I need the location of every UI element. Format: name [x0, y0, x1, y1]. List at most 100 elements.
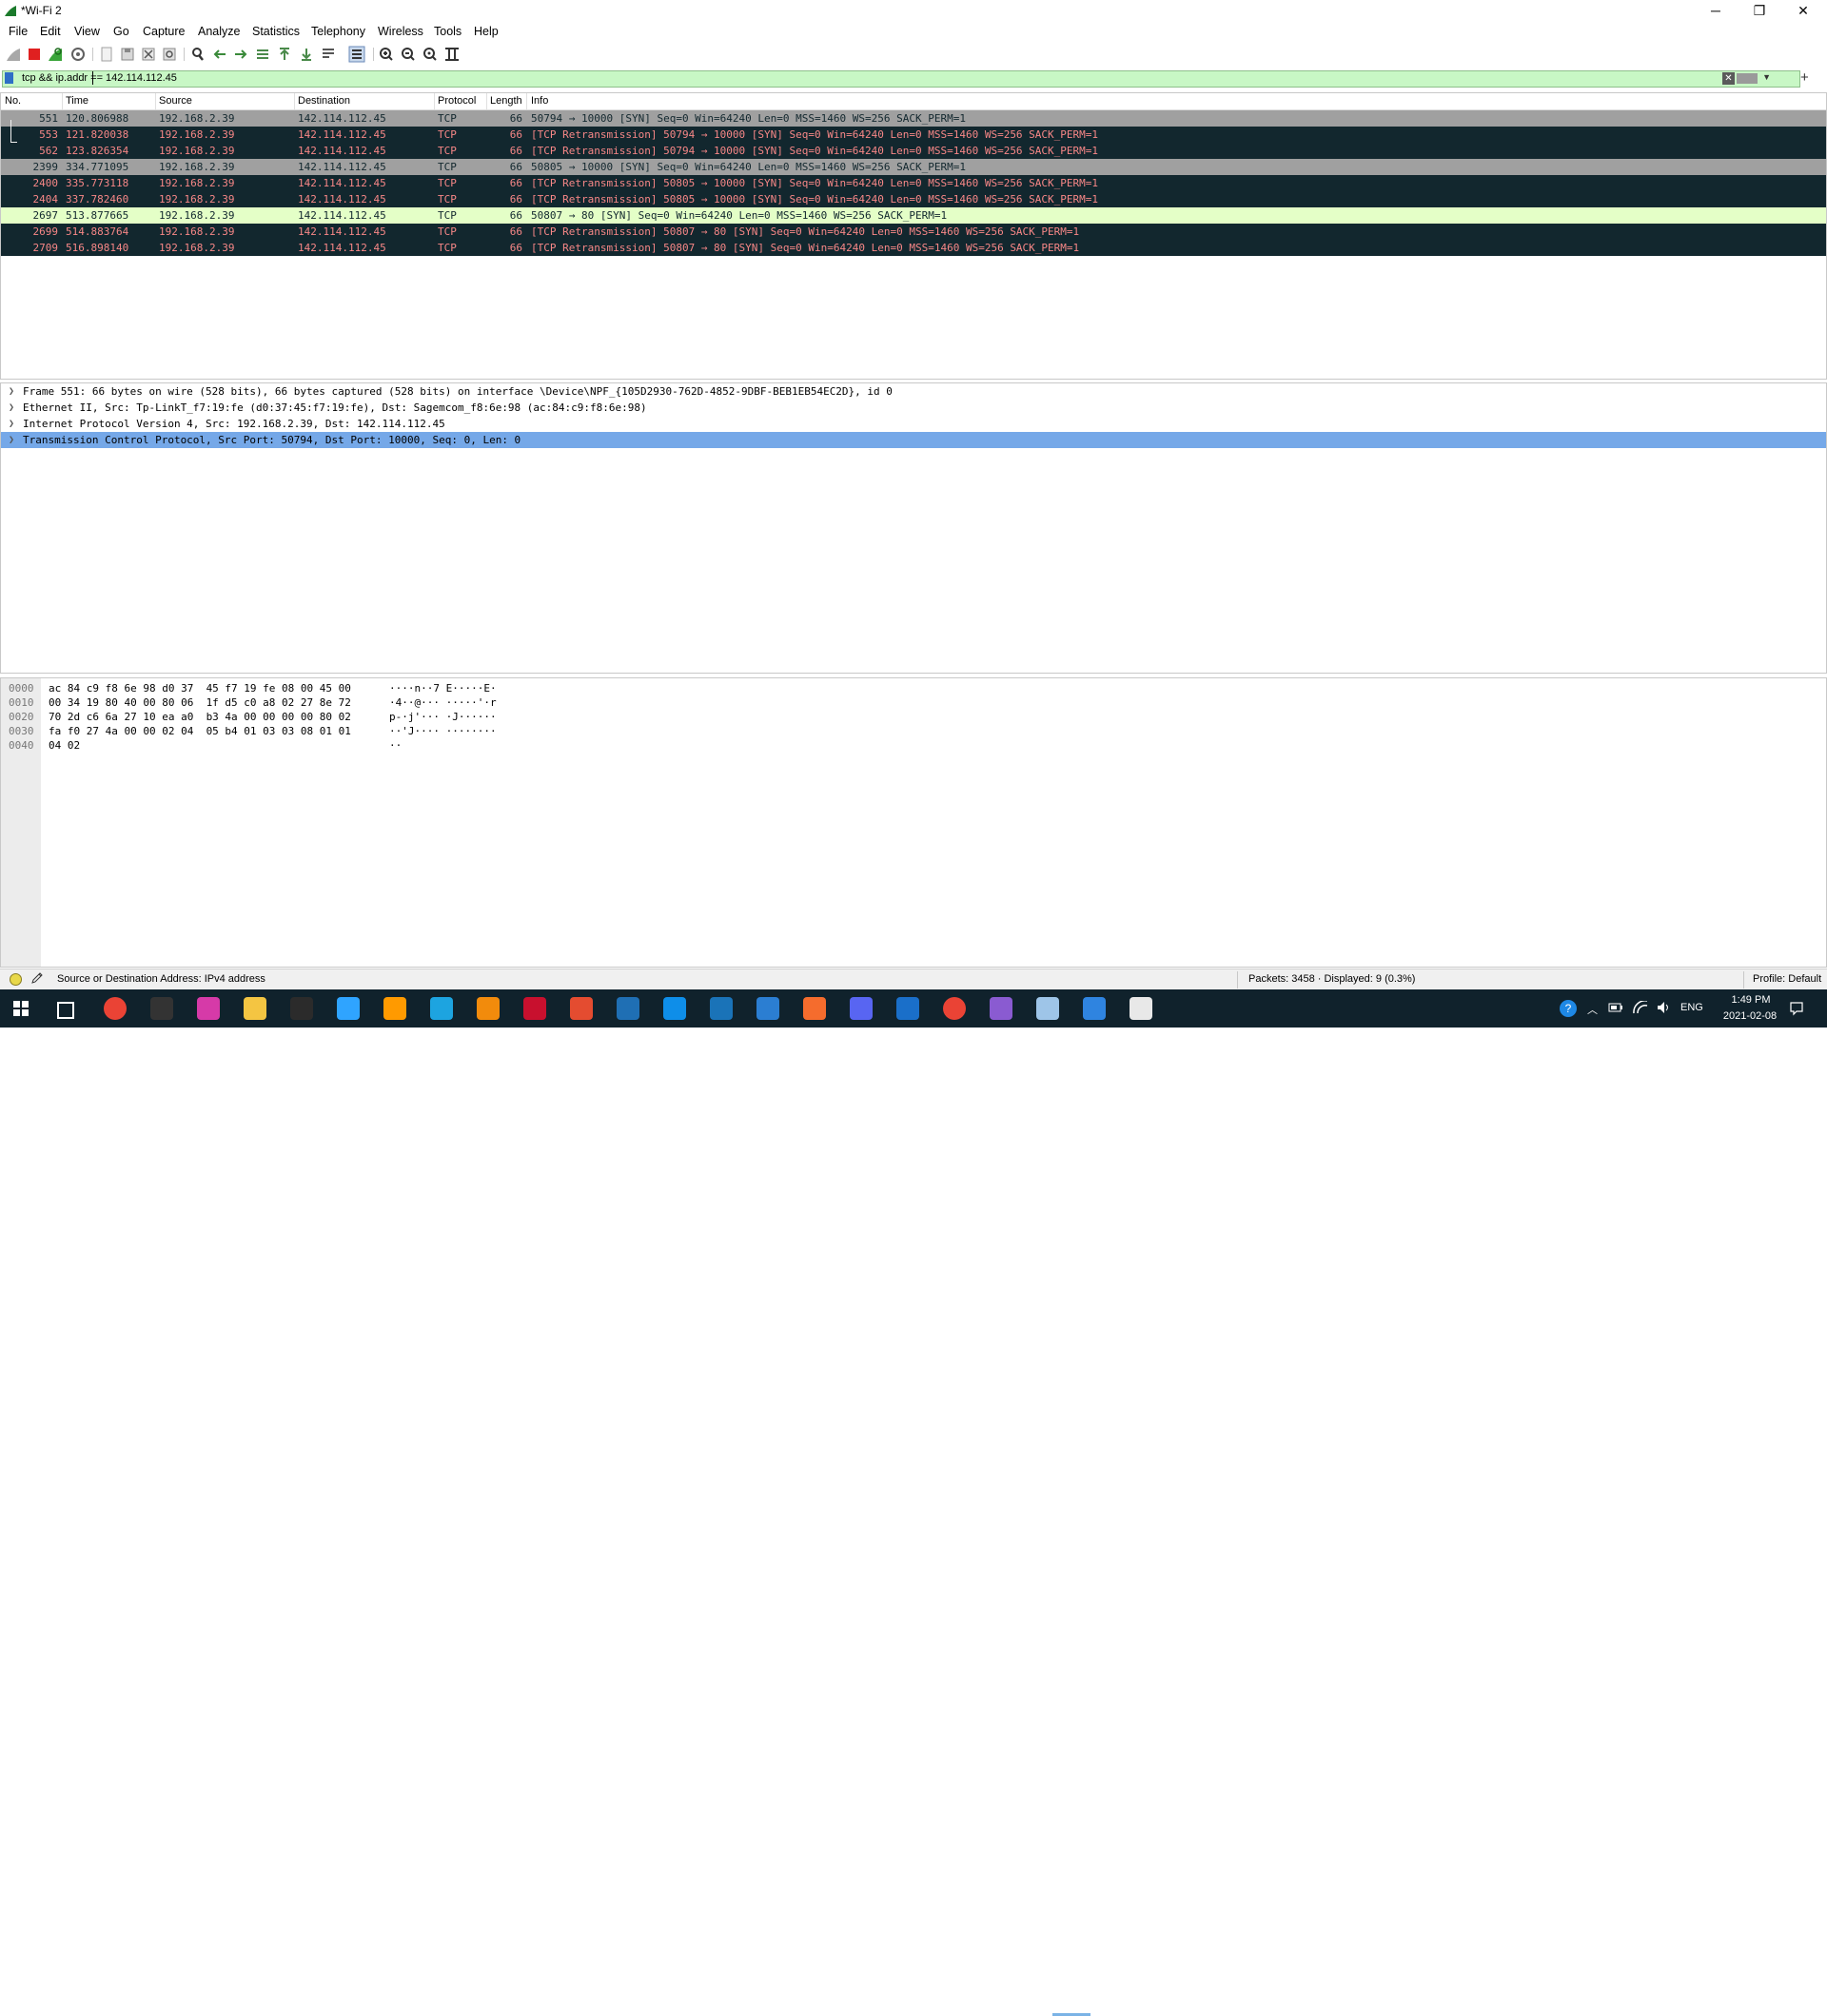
close-file-icon[interactable] — [140, 46, 157, 63]
chrome-icon-2[interactable] — [943, 997, 966, 1020]
wifi-icon[interactable] — [1633, 1001, 1648, 1014]
itunes-icon[interactable] — [197, 997, 220, 1020]
clock-time[interactable]: 1:49 PM — [1722, 994, 1779, 1006]
battery-icon[interactable] — [1608, 1002, 1623, 1013]
menu-statistics[interactable]: Statistics — [252, 25, 300, 38]
bytes-hex[interactable]: 04 02 — [49, 738, 80, 753]
vscode-icon[interactable] — [756, 997, 779, 1020]
packet-row[interactable]: 2399 334.771095 192.168.2.39 142.114.112.45… — [1, 159, 1826, 175]
bytes-hex[interactable]: 70 2d c6 6a 27 10 ea a0 b3 4a 00 00 00 0… — [49, 710, 351, 724]
go-back-icon[interactable] — [211, 46, 228, 63]
inkscape-icon[interactable] — [150, 997, 173, 1020]
column-header-info[interactable]: Info — [531, 95, 548, 107]
bytes-ascii[interactable]: p-·j'··· ·J······ — [389, 710, 497, 724]
zoom-in-icon[interactable] — [378, 46, 395, 63]
add-filter-button[interactable]: + — [1800, 69, 1809, 86]
zoom-normal-icon[interactable] — [422, 46, 439, 63]
zoom-out-icon[interactable] — [400, 46, 417, 63]
go-last-icon[interactable] — [298, 46, 315, 63]
packet-row[interactable]: 2404 337.782460 192.168.2.39 142.114.112.45… — [1, 191, 1826, 207]
teamviewer-icon[interactable] — [663, 997, 686, 1020]
quicktime-icon[interactable] — [617, 997, 639, 1020]
expand-arrow-icon[interactable]: ❯ — [9, 400, 14, 416]
menu-analyze[interactable]: Analyze — [198, 25, 240, 38]
wireshark-icon[interactable] — [1083, 997, 1106, 1020]
display-filter-bar[interactable]: tcp && ip.addr == 142.114.112.45 ✕ ▼ — [2, 70, 1800, 88]
menu-go[interactable]: Go — [113, 25, 129, 38]
mail-app-icon[interactable] — [710, 997, 733, 1020]
clear-filter-icon[interactable]: ✕ — [1722, 72, 1735, 85]
packet-row[interactable]: 2697 513.877665 192.168.2.39 142.114.112.45… — [1, 207, 1826, 224]
photoshop-icon[interactable] — [337, 997, 360, 1020]
origin-icon[interactable] — [803, 997, 826, 1020]
display-filter-input[interactable]: tcp && ip.addr == 142.114.112.45 — [22, 72, 177, 84]
bytes-hex[interactable]: 00 34 19 80 40 00 80 06 1f d5 c0 a8 02 2… — [49, 695, 351, 710]
menu-tools[interactable]: Tools — [434, 25, 462, 38]
expand-arrow-icon[interactable]: ❯ — [9, 432, 14, 448]
menu-help[interactable]: Help — [474, 25, 499, 38]
packet-row[interactable]: 553 121.820038 192.168.2.39 142.114.112.45 T… — [1, 127, 1826, 143]
colorize-icon[interactable] — [348, 46, 365, 63]
packet-bytes-pane[interactable]: 0000 ac 84 c9 f8 6e 98 d0 37 45 f7 19 fe… — [0, 677, 1827, 968]
help-icon[interactable]: ? — [1559, 999, 1578, 1018]
notifications-icon[interactable] — [1789, 1001, 1804, 1016]
discord-icon[interactable] — [850, 997, 873, 1020]
packet-row[interactable]: 562 123.826354 192.168.2.39 142.114.112.45 T… — [1, 143, 1826, 159]
volume-icon[interactable] — [1656, 1001, 1671, 1014]
wireless-app-icon[interactable] — [990, 997, 1012, 1020]
detail-row-ethernet[interactable]: ❯ Ethernet II, Src: Tp-LinkT_f7:19:fe (d… — [1, 400, 1826, 416]
go-forward-icon[interactable] — [232, 46, 249, 63]
column-header-no[interactable]: No. — [5, 95, 21, 107]
bytes-hex[interactable]: ac 84 c9 f8 6e 98 d0 37 45 f7 19 fe 08 0… — [49, 681, 351, 695]
outlook-icon[interactable] — [896, 997, 919, 1020]
bookmark-icon[interactable] — [5, 72, 13, 84]
edge-icon[interactable] — [430, 997, 453, 1020]
capture-comment-icon[interactable] — [30, 971, 44, 985]
task-view-icon[interactable] — [57, 1002, 74, 1019]
packet-list-pane[interactable]: No. Time Source Destination Protocol Len… — [0, 92, 1827, 380]
detail-row-tcp[interactable]: ❯ Transmission Control Protocol, Src Por… — [1, 432, 1826, 448]
save-file-icon[interactable] — [119, 46, 136, 63]
detail-row-frame[interactable]: ❯ Frame 551: 66 bytes on wire (528 bits)… — [1, 383, 1826, 400]
go-first-icon[interactable] — [276, 46, 293, 63]
apply-filter-icon[interactable] — [1737, 73, 1758, 84]
file-explorer-icon[interactable] — [244, 997, 266, 1020]
restart-capture-icon[interactable] — [47, 46, 64, 63]
bytes-ascii[interactable]: ·· — [389, 738, 402, 753]
mcafee-icon[interactable] — [523, 997, 546, 1020]
bytes-ascii[interactable]: ····n··7 E·····E· — [389, 681, 497, 695]
paint-icon[interactable] — [1130, 997, 1152, 1020]
expand-arrow-icon[interactable]: ❯ — [9, 383, 14, 400]
find-packet-icon[interactable] — [189, 46, 206, 63]
packet-row[interactable]: 551 120.806988 192.168.2.39 142.114.112.45 T… — [1, 110, 1826, 127]
windows-start-icon[interactable] — [13, 1001, 29, 1016]
clock-date[interactable]: 2021-02-08 — [1713, 1010, 1787, 1022]
expand-arrow-icon[interactable]: ❯ — [9, 416, 14, 432]
column-header-length[interactable]: Length — [490, 95, 522, 107]
bytes-ascii[interactable]: ··'J···· ········ — [389, 724, 497, 738]
show-hidden-icons-icon[interactable]: ︿ — [1587, 1002, 1598, 1017]
column-header-protocol[interactable]: Protocol — [438, 95, 476, 107]
bytes-hex[interactable]: fa f0 27 4a 00 00 02 04 05 b4 01 03 03 0… — [49, 724, 351, 738]
resize-columns-icon[interactable] — [443, 46, 461, 63]
bytes-ascii[interactable]: ·4··@··· ·····'·r — [389, 695, 497, 710]
minimize-button[interactable]: ─ — [1694, 0, 1738, 21]
reload-file-icon[interactable] — [161, 46, 178, 63]
git-icon[interactable] — [570, 997, 593, 1020]
chrome-icon[interactable] — [104, 997, 127, 1020]
expert-info-icon[interactable] — [10, 973, 22, 986]
go-to-packet-icon[interactable] — [254, 46, 271, 63]
menu-file[interactable]: File — [9, 25, 28, 38]
profile-selector[interactable]: Profile: Default — [1753, 973, 1821, 985]
illustrator-icon[interactable] — [383, 997, 406, 1020]
menu-view[interactable]: View — [74, 25, 100, 38]
autoscroll-icon[interactable] — [320, 46, 337, 63]
packet-row[interactable]: 2699 514.883764 192.168.2.39 142.114.112.45… — [1, 224, 1826, 240]
vlc-icon[interactable] — [477, 997, 500, 1020]
packet-row[interactable]: 2400 335.773118 192.168.2.39 142.114.112.45… — [1, 175, 1826, 191]
column-header-source[interactable]: Source — [159, 95, 192, 107]
notepad-icon[interactable] — [1036, 997, 1059, 1020]
menu-telephony[interactable]: Telephony — [311, 25, 365, 38]
close-button[interactable]: ✕ — [1781, 0, 1825, 21]
menu-edit[interactable]: Edit — [40, 25, 61, 38]
